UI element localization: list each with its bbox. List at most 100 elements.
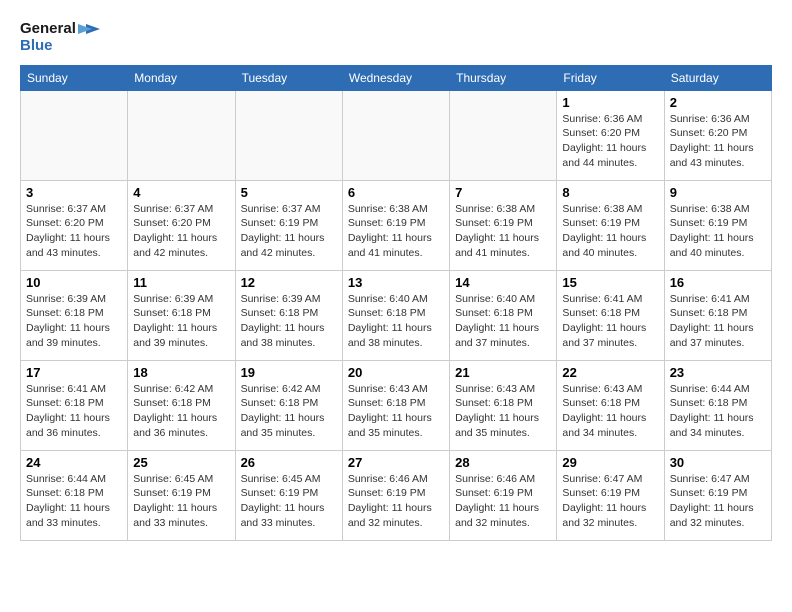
calendar-cell: 16 Sunrise: 6:41 AMSunset: 6:18 PMDayligh… bbox=[664, 270, 771, 360]
day-info: Sunrise: 6:39 AMSunset: 6:18 PMDaylight:… bbox=[241, 292, 337, 351]
day-number: 16 bbox=[670, 275, 766, 290]
day-number: 11 bbox=[133, 275, 229, 290]
day-info: Sunrise: 6:41 AMSunset: 6:18 PMDaylight:… bbox=[562, 292, 658, 351]
calendar-cell: 5Sunrise: 6:37 AMSunset: 6:19 PMDaylight… bbox=[235, 180, 342, 270]
day-info: Sunrise: 6:43 AMSunset: 6:18 PMDaylight:… bbox=[455, 382, 551, 441]
day-info: Sunrise: 6:38 AMSunset: 6:19 PMDaylight:… bbox=[670, 202, 766, 261]
day-info: Sunrise: 6:47 AMSunset: 6:19 PMDaylight:… bbox=[562, 472, 658, 531]
day-number: 13 bbox=[348, 275, 444, 290]
day-info: Sunrise: 6:41 AMSunset: 6:18 PMDaylight:… bbox=[26, 382, 122, 441]
calendar-table: SundayMondayTuesdayWednesdayThursdayFrid… bbox=[20, 65, 772, 541]
calendar-cell: 15 Sunrise: 6:41 AMSunset: 6:18 PMDayligh… bbox=[557, 270, 664, 360]
calendar-cell: 24Sunrise: 6:44 AMSunset: 6:18 PMDayligh… bbox=[21, 450, 128, 540]
calendar-cell: 12Sunrise: 6:39 AMSunset: 6:18 PMDayligh… bbox=[235, 270, 342, 360]
day-number: 10 bbox=[26, 275, 122, 290]
calendar-cell: 8 Sunrise: 6:38 AMSunset: 6:19 PMDaylight… bbox=[557, 180, 664, 270]
weekday-header: Monday bbox=[128, 65, 235, 90]
calendar-cell: 28 Sunrise: 6:46 AMSunset: 6:19 PMDayligh… bbox=[450, 450, 557, 540]
day-number: 9 bbox=[670, 185, 766, 200]
day-number: 23 bbox=[670, 365, 766, 380]
calendar-cell: 25 Sunrise: 6:45 AMSunset: 6:19 PMDayligh… bbox=[128, 450, 235, 540]
calendar-cell: 19 Sunrise: 6:42 AMSunset: 6:18 PMDayligh… bbox=[235, 360, 342, 450]
day-number: 14 bbox=[455, 275, 551, 290]
day-info: Sunrise: 6:45 AMSunset: 6:19 PMDaylight:… bbox=[133, 472, 229, 531]
day-info: Sunrise: 6:43 AMSunset: 6:18 PMDaylight:… bbox=[348, 382, 444, 441]
weekday-header: Tuesday bbox=[235, 65, 342, 90]
day-info: Sunrise: 6:38 AMSunset: 6:19 PMDaylight:… bbox=[562, 202, 658, 261]
day-info: Sunrise: 6:39 AMSunset: 6:18 PMDaylight:… bbox=[133, 292, 229, 351]
calendar-week-row: 1 Sunrise: 6:36 AMSunset: 6:20 PMDaylight… bbox=[21, 90, 772, 180]
day-number: 27 bbox=[348, 455, 444, 470]
calendar-cell: 7Sunrise: 6:38 AMSunset: 6:19 PMDaylight… bbox=[450, 180, 557, 270]
day-number: 17 bbox=[26, 365, 122, 380]
calendar-cell: 18 Sunrise: 6:42 AMSunset: 6:18 PMDayligh… bbox=[128, 360, 235, 450]
day-number: 28 bbox=[455, 455, 551, 470]
day-number: 21 bbox=[455, 365, 551, 380]
calendar-week-row: 3 Sunrise: 6:37 AMSunset: 6:20 PMDaylight… bbox=[21, 180, 772, 270]
calendar-cell bbox=[450, 90, 557, 180]
day-number: 3 bbox=[26, 185, 122, 200]
day-number: 18 bbox=[133, 365, 229, 380]
calendar-cell: 17 Sunrise: 6:41 AMSunset: 6:18 PMDayligh… bbox=[21, 360, 128, 450]
calendar-cell: 4 Sunrise: 6:37 AMSunset: 6:20 PMDaylight… bbox=[128, 180, 235, 270]
day-info: Sunrise: 6:38 AMSunset: 6:19 PMDaylight:… bbox=[455, 202, 551, 261]
day-info: Sunrise: 6:36 AMSunset: 6:20 PMDaylight:… bbox=[562, 112, 658, 171]
day-info: Sunrise: 6:45 AMSunset: 6:19 PMDaylight:… bbox=[241, 472, 337, 531]
calendar-cell: 22 Sunrise: 6:43 AMSunset: 6:18 PMDayligh… bbox=[557, 360, 664, 450]
day-number: 8 bbox=[562, 185, 658, 200]
day-info: Sunrise: 6:40 AMSunset: 6:18 PMDaylight:… bbox=[455, 292, 551, 351]
calendar-cell: 20 Sunrise: 6:43 AMSunset: 6:18 PMDayligh… bbox=[342, 360, 449, 450]
day-info: Sunrise: 6:42 AMSunset: 6:18 PMDaylight:… bbox=[241, 382, 337, 441]
day-number: 6 bbox=[348, 185, 444, 200]
calendar-week-row: 17 Sunrise: 6:41 AMSunset: 6:18 PMDayligh… bbox=[21, 360, 772, 450]
day-info: Sunrise: 6:46 AMSunset: 6:19 PMDaylight:… bbox=[348, 472, 444, 531]
calendar-cell: 6 Sunrise: 6:38 AMSunset: 6:19 PMDaylight… bbox=[342, 180, 449, 270]
logo-bird-icon bbox=[78, 20, 100, 38]
calendar-cell: 2Sunrise: 6:36 AMSunset: 6:20 PMDaylight… bbox=[664, 90, 771, 180]
day-info: Sunrise: 6:40 AMSunset: 6:18 PMDaylight:… bbox=[348, 292, 444, 351]
logo-blue: Blue bbox=[20, 38, 53, 55]
day-info: Sunrise: 6:38 AMSunset: 6:19 PMDaylight:… bbox=[348, 202, 444, 261]
day-info: Sunrise: 6:37 AMSunset: 6:20 PMDaylight:… bbox=[26, 202, 122, 261]
calendar-cell: 21 Sunrise: 6:43 AMSunset: 6:18 PMDayligh… bbox=[450, 360, 557, 450]
day-number: 29 bbox=[562, 455, 658, 470]
day-info: Sunrise: 6:46 AMSunset: 6:19 PMDaylight:… bbox=[455, 472, 551, 531]
calendar-cell: 11 Sunrise: 6:39 AMSunset: 6:18 PMDayligh… bbox=[128, 270, 235, 360]
day-info: Sunrise: 6:41 AMSunset: 6:18 PMDaylight:… bbox=[670, 292, 766, 351]
day-number: 20 bbox=[348, 365, 444, 380]
day-info: Sunrise: 6:37 AMSunset: 6:20 PMDaylight:… bbox=[133, 202, 229, 261]
calendar-week-row: 10 Sunrise: 6:39 AMSunset: 6:18 PMDayligh… bbox=[21, 270, 772, 360]
weekday-header: Wednesday bbox=[342, 65, 449, 90]
weekday-header: Sunday bbox=[21, 65, 128, 90]
day-number: 26 bbox=[241, 455, 337, 470]
calendar-cell bbox=[21, 90, 128, 180]
day-info: Sunrise: 6:44 AMSunset: 6:18 PMDaylight:… bbox=[670, 382, 766, 441]
calendar-cell: 13 Sunrise: 6:40 AMSunset: 6:18 PMDayligh… bbox=[342, 270, 449, 360]
calendar-cell: 23 Sunrise: 6:44 AMSunset: 6:18 PMDayligh… bbox=[664, 360, 771, 450]
calendar-cell: 29 Sunrise: 6:47 AMSunset: 6:19 PMDayligh… bbox=[557, 450, 664, 540]
calendar-cell bbox=[342, 90, 449, 180]
day-number: 15 bbox=[562, 275, 658, 290]
day-info: Sunrise: 6:36 AMSunset: 6:20 PMDaylight:… bbox=[670, 112, 766, 171]
day-number: 19 bbox=[241, 365, 337, 380]
weekday-header: Saturday bbox=[664, 65, 771, 90]
day-number: 4 bbox=[133, 185, 229, 200]
day-info: Sunrise: 6:43 AMSunset: 6:18 PMDaylight:… bbox=[562, 382, 658, 441]
logo-general: General bbox=[20, 21, 76, 38]
weekday-header: Thursday bbox=[450, 65, 557, 90]
calendar-cell: 27 Sunrise: 6:46 AMSunset: 6:19 PMDayligh… bbox=[342, 450, 449, 540]
day-number: 25 bbox=[133, 455, 229, 470]
calendar-cell: 26 Sunrise: 6:45 AMSunset: 6:19 PMDayligh… bbox=[235, 450, 342, 540]
logo: General Blue bbox=[20, 20, 100, 55]
weekday-header-row: SundayMondayTuesdayWednesdayThursdayFrid… bbox=[21, 65, 772, 90]
calendar-cell: 10Sunrise: 6:39 AMSunset: 6:18 PMDayligh… bbox=[21, 270, 128, 360]
calendar-week-row: 24Sunrise: 6:44 AMSunset: 6:18 PMDayligh… bbox=[21, 450, 772, 540]
day-info: Sunrise: 6:42 AMSunset: 6:18 PMDaylight:… bbox=[133, 382, 229, 441]
calendar-cell bbox=[128, 90, 235, 180]
day-number: 5 bbox=[241, 185, 337, 200]
calendar-cell: 14 Sunrise: 6:40 AMSunset: 6:18 PMDayligh… bbox=[450, 270, 557, 360]
calendar-cell: 3 Sunrise: 6:37 AMSunset: 6:20 PMDaylight… bbox=[21, 180, 128, 270]
weekday-header: Friday bbox=[557, 65, 664, 90]
day-number: 1 bbox=[562, 95, 658, 110]
day-number: 22 bbox=[562, 365, 658, 380]
